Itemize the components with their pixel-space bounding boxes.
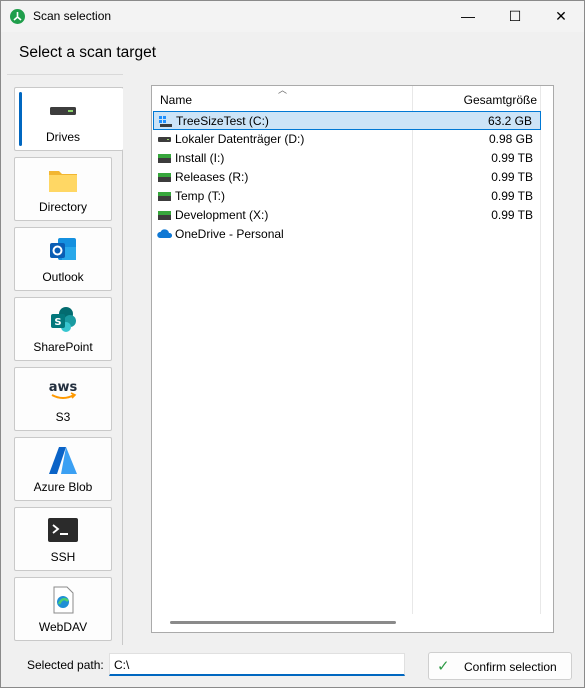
drive-size: 0.98 GB (488, 132, 533, 146)
selected-path-input[interactable]: C:\ (109, 653, 405, 676)
drive-icon (158, 134, 171, 144)
maximize-icon: ☐ (508, 8, 522, 24)
sort-ascending-icon: ︿ (278, 85, 288, 95)
confirm-label: Confirm selection (464, 660, 557, 674)
divider (7, 74, 123, 75)
list-item[interactable]: OneDrive - Personal (153, 225, 541, 244)
drive-name: Temp (T:) (175, 189, 226, 203)
outlook-icon (46, 235, 80, 265)
column-header-size[interactable]: Gesamtgröße (464, 93, 537, 107)
sharepoint-icon: S (46, 305, 80, 335)
scan-selection-window: Scan selection — ☐ ✕ Select a scan targe… (0, 0, 585, 688)
onedrive-icon (157, 228, 173, 238)
column-header-name[interactable]: Name (160, 93, 192, 107)
svg-text:aws: aws (49, 380, 78, 395)
drive-icon (46, 95, 80, 125)
drive-name: Install (I:) (175, 151, 225, 165)
app-icon (10, 9, 25, 24)
drive-size: 0.99 TB (491, 170, 533, 184)
close-icon: ✕ (555, 8, 567, 24)
folder-icon (46, 165, 80, 195)
sidebar-item-label: S3 (15, 410, 111, 424)
network-drive-icon (158, 172, 171, 182)
drive-name: TreeSizeTest (C:) (176, 114, 269, 128)
sidebar-item-ssh[interactable]: SSH (14, 507, 112, 571)
label-text: S3 (55, 410, 71, 424)
label-text: SSH (50, 550, 76, 564)
minimize-icon: — (461, 8, 475, 24)
drive-size: 0.99 TB (491, 208, 533, 222)
sidebar-divider (122, 87, 123, 645)
sidebar-item-azure-blob[interactable]: Azure Blob (14, 437, 112, 501)
azure-icon (46, 445, 80, 475)
drive-name: Development (X:) (175, 208, 269, 222)
sidebar-item-label: WebDAV (15, 620, 111, 634)
sidebar-item-label: Outlook (15, 270, 111, 284)
sidebar-item-webdav[interactable]: WebDAV (14, 577, 112, 641)
network-drive-icon (158, 153, 171, 163)
selected-path-value: C:\ (114, 658, 130, 672)
label-text: Outlook (42, 270, 84, 284)
sidebar-item-label: Drives (15, 130, 111, 144)
drive-name: OneDrive - Personal (175, 227, 284, 241)
drive-name: Releases (R:) (175, 170, 249, 184)
list-item[interactable]: Lokaler Datenträger (D:) 0.98 GB (153, 130, 541, 149)
drive-name: Lokaler Datenträger (D:) (175, 132, 305, 146)
svg-text:S: S (54, 317, 61, 328)
aws-icon: aws (46, 375, 80, 405)
list-item[interactable]: TreeSizeTest (C:) 63.2 GB (153, 111, 541, 130)
selected-path-label: Selected path: (27, 658, 104, 672)
windows-drive-icon (159, 116, 172, 127)
minimize-button[interactable]: — (445, 1, 491, 32)
sidebar-item-label: SSH (15, 550, 111, 564)
list-item[interactable]: Install (I:) 0.99 TB (153, 149, 541, 168)
label-text: Directory (38, 200, 87, 214)
network-drive-icon (158, 210, 171, 220)
sidebar-item-s3[interactable]: aws S3 (14, 367, 112, 431)
list-item[interactable]: Development (X:) 0.99 TB (153, 206, 541, 225)
label-text: Azure Blob (33, 480, 93, 494)
network-drive-icon (158, 191, 171, 201)
maximize-button[interactable]: ☐ (492, 1, 538, 32)
webdav-icon (46, 585, 80, 615)
drive-size: 0.99 TB (491, 151, 533, 165)
horizontal-scrollbar[interactable] (170, 621, 396, 624)
sidebar-item-label: Directory (15, 200, 111, 214)
close-button[interactable]: ✕ (538, 1, 584, 32)
sidebar-item-outlook[interactable]: Outlook (14, 227, 112, 291)
window-title: Scan selection (33, 9, 112, 23)
label-text: SharePoint (33, 340, 93, 354)
checkmark-icon: ✓ (437, 658, 450, 675)
label-text: Drives (45, 130, 80, 144)
drive-size: 63.2 GB (487, 114, 532, 128)
sidebar-item-label: SharePoint (15, 340, 111, 354)
sidebar-item-sharepoint[interactable]: S SharePoint (14, 297, 112, 361)
sidebar-item-label: Azure Blob (15, 480, 111, 494)
page-title: Select a scan target (19, 44, 156, 61)
list-item[interactable]: Releases (R:) 0.99 TB (153, 168, 541, 187)
confirm-selection-button[interactable]: ✓ Confirm selection (428, 652, 572, 680)
drive-size: 0.99 TB (491, 189, 533, 203)
list-header: ︿ Name Gesamtgröße (152, 85, 553, 112)
label-text: WebDAV (38, 620, 88, 634)
drive-list[interactable]: ︿ Name Gesamtgröße TreeSizeTest (C:) 63.… (151, 85, 554, 633)
list-item[interactable]: Temp (T:) 0.99 TB (153, 187, 541, 206)
sidebar-item-directory[interactable]: Directory (14, 157, 112, 221)
sidebar-item-drives[interactable]: Drives (14, 87, 123, 151)
terminal-icon (46, 515, 80, 545)
title-bar: Scan selection — ☐ ✕ (1, 1, 584, 32)
